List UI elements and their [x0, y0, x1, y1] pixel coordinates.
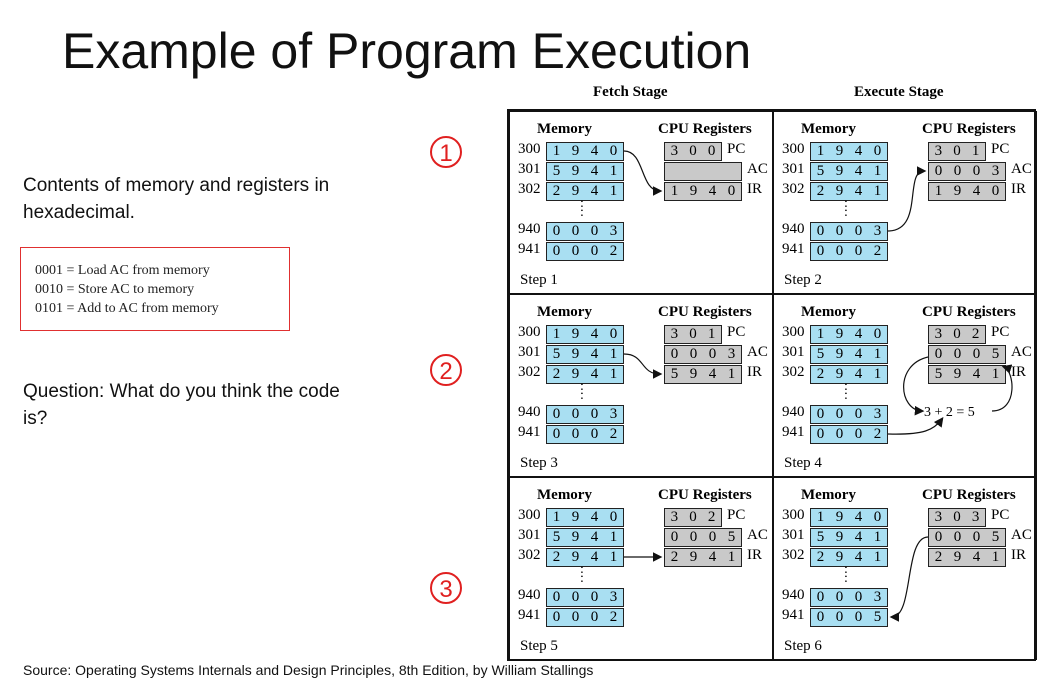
opcode-legend: 0001 = Load AC from memory 0010 = Store … — [20, 247, 290, 331]
data-flow-arrow — [887, 356, 1013, 435]
source-citation: Source: Operating Systems Internals and … — [23, 662, 594, 678]
data-flow-arrow — [623, 353, 663, 379]
opcode-line: 0010 = Store AC to memory — [35, 282, 195, 297]
step-panel: Memory CPU Registers 300 1 9 4 0 301 5 9 4 1 302 2 9 4 1… — [773, 477, 1037, 660]
step-panel: Memory CPU Registers 300 1 9 4 0 301 5 9 4 1 302 2 9 4 1… — [773, 111, 1037, 294]
step-panel: Memory CPU Registers 300 1 9 4 0 301 5 9 4 1 302 2 9 4 1… — [509, 477, 773, 660]
execution-diagram: Memory CPU Registers 300 1 9 4 0 301 5 9 4 1 302 2 9 4 1… — [507, 109, 1037, 661]
opcode-line: 0101 = Add to AC from memory — [35, 301, 219, 316]
fetch-stage-heading: Fetch Stage — [593, 84, 668, 100]
data-flow-arrow — [887, 166, 927, 232]
description-text: Contents of memory and registers in hexa… — [23, 175, 330, 223]
question-text: Question: What do you think the code is? — [23, 381, 340, 429]
circled-marker-1: 1 — [430, 136, 462, 168]
data-flow-arrow — [623, 150, 663, 196]
data-flow-arrow — [889, 536, 929, 622]
step-panel: Memory CPU Registers 300 1 9 4 0 301 5 9 4 1 302 2 9 4 1… — [773, 294, 1037, 477]
step-panel: Memory CPU Registers 300 1 9 4 0 301 5 9 4 1 302 2 9 4 1… — [509, 294, 773, 477]
circled-marker-3: 3 — [430, 572, 462, 604]
execute-stage-heading: Execute Stage — [854, 84, 944, 100]
opcode-line: 0001 = Load AC from memory — [35, 263, 210, 278]
step-panel: Memory CPU Registers 300 1 9 4 0 301 5 9 4 1 302 2 9 4 1… — [509, 111, 773, 294]
circled-marker-2: 2 — [430, 354, 462, 386]
slide-title: Example of Program Execution — [62, 23, 752, 79]
data-flow-arrow — [624, 552, 663, 562]
